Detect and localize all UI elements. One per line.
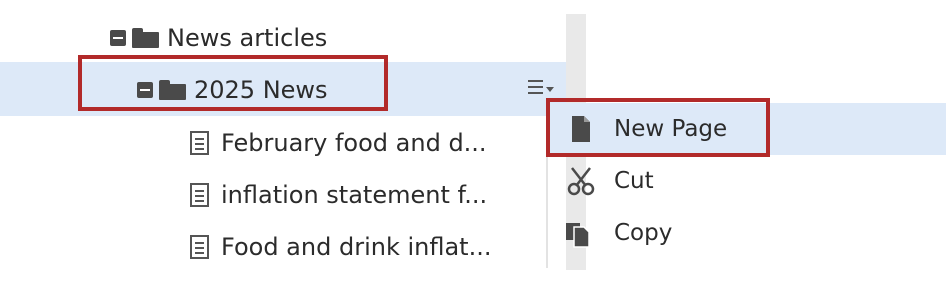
tree-node-label: Food and drink inflat... (221, 233, 492, 261)
scissors-icon (564, 166, 600, 196)
highlight-box-2025-news (78, 55, 388, 111)
menu-lines-icon (528, 86, 543, 88)
chevron-down-icon (546, 87, 554, 92)
content-tree: News articles 2025 News February food an… (0, 0, 586, 286)
tree-node-label: February food and d... (221, 129, 487, 157)
menu-item-cut[interactable]: Cut (548, 155, 946, 207)
tree-node-label: News articles (167, 24, 328, 52)
page-icon (190, 183, 209, 207)
copy-icon (564, 218, 600, 248)
menu-item-copy[interactable]: Copy (548, 207, 946, 259)
tree-node-label: inflation statement f... (221, 181, 488, 209)
menu-item-label: Cut (614, 168, 654, 194)
tree-node-page[interactable]: February food and d... (190, 123, 487, 163)
page-icon (190, 235, 209, 259)
highlight-box-new-page (546, 98, 770, 157)
tree-node-page[interactable]: inflation statement f... (190, 175, 487, 215)
collapse-toggle-icon[interactable] (110, 30, 126, 46)
menu-lines-icon (528, 92, 543, 94)
folder-icon (132, 28, 159, 48)
actions-menu-button[interactable] (528, 77, 558, 99)
page-icon (190, 131, 209, 155)
menu-item-label: Copy (614, 220, 673, 246)
tree-node-news-articles[interactable]: News articles (110, 18, 327, 58)
menu-lines-icon (528, 80, 543, 82)
tree-node-page[interactable]: Food and drink inflat... (190, 227, 491, 267)
